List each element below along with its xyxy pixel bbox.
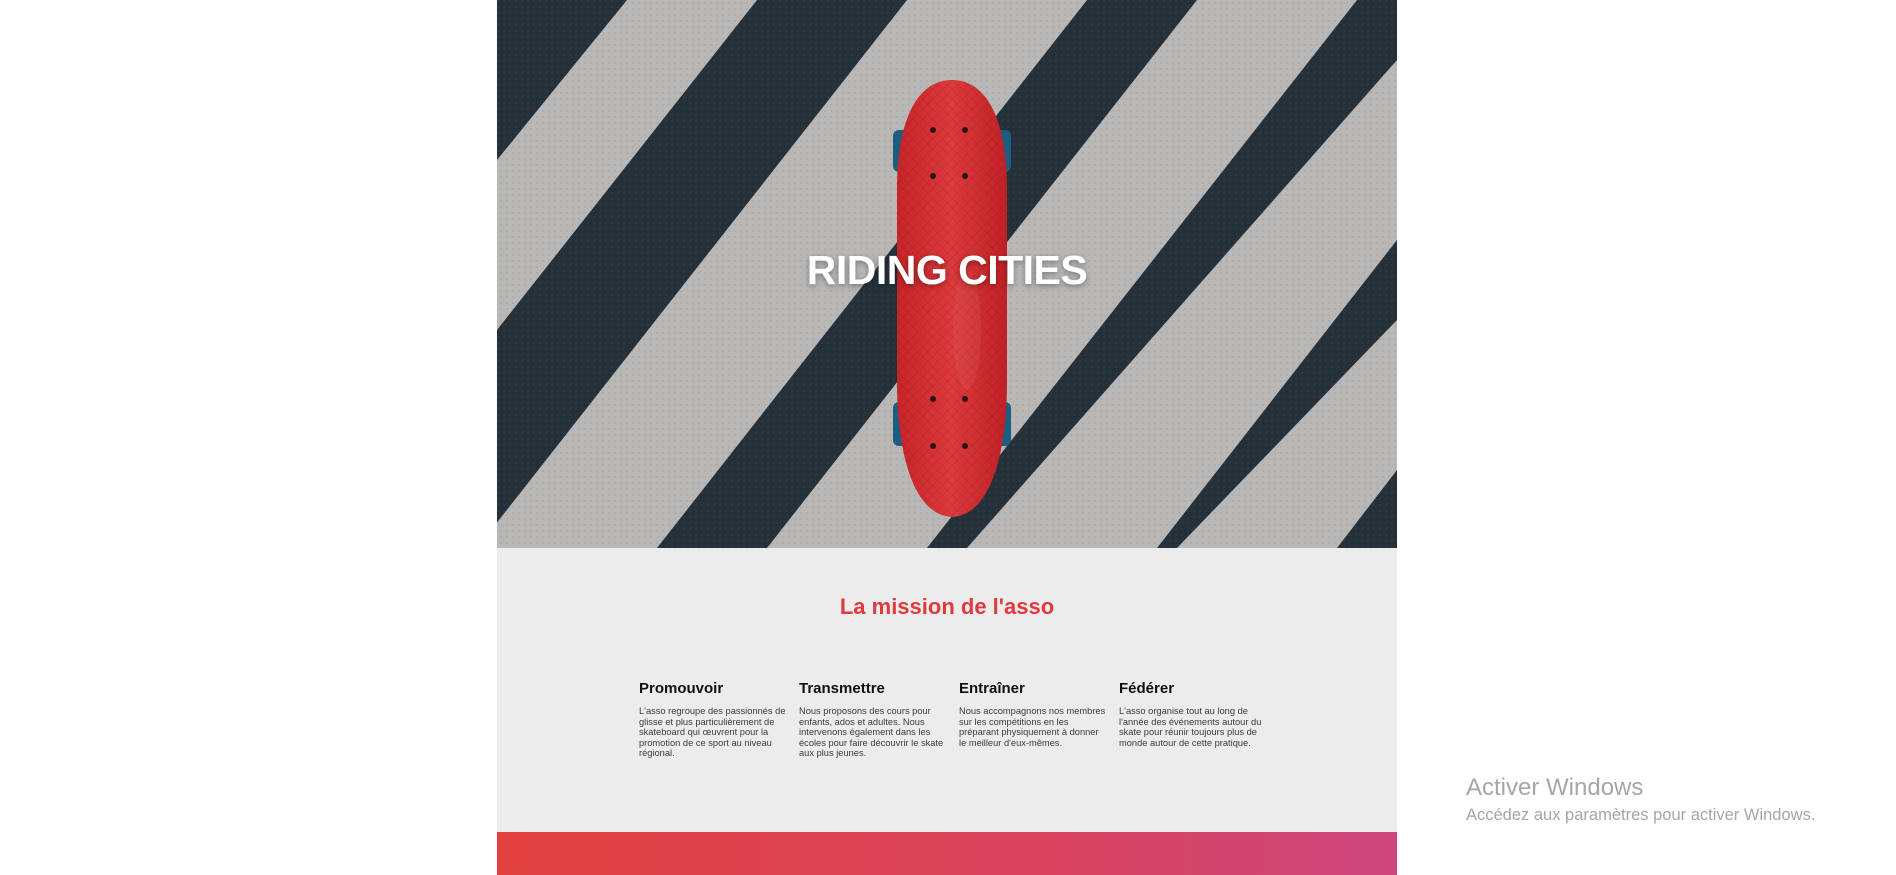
mission-column-transmettre: Transmettre Nous proposons des cours pou… — [799, 680, 959, 759]
mission-title: La mission de l'asso — [839, 594, 1055, 619]
mission-section: La mission de l'asso Promouvoir L'asso r… — [497, 548, 1397, 832]
mission-column-federer: Fédérer L'asso organise tout au long de … — [1119, 680, 1279, 759]
watermark-subtitle: Accédez aux paramètres pour activer Wind… — [1466, 806, 1816, 824]
column-heading: Fédérer — [1119, 680, 1175, 697]
column-text: L'asso regroupe des passionnés de glisse… — [639, 706, 786, 759]
column-heading: Entraîner — [959, 680, 1025, 697]
column-heading: Promouvoir — [639, 680, 724, 697]
column-heading: Transmettre — [799, 680, 885, 697]
mission-columns: Promouvoir L'asso regroupe des passionné… — [639, 680, 1279, 759]
hero-section: RIDING CITIES — [497, 0, 1397, 548]
mission-column-promouvoir: Promouvoir L'asso regroupe des passionné… — [639, 680, 799, 759]
mission-column-entrainer: Entraîner Nous accompagnons nos membres … — [959, 680, 1119, 759]
column-text: Nous accompagnons nos membres sur les co… — [959, 706, 1106, 748]
skateboard-deck — [897, 80, 1007, 517]
windows-activation-watermark: Activer Windows Accédez aux paramètres p… — [1466, 773, 1815, 827]
watermark-title: Activer Windows — [1466, 774, 1644, 801]
page: RIDING CITIES La mission de l'asso Promo… — [497, 0, 1397, 875]
column-text: Nous proposons des cours pour enfants, a… — [799, 706, 944, 759]
hero-title: RIDING CITIES — [806, 247, 1088, 293]
column-text: L'asso organise tout au long de l'année … — [1119, 706, 1262, 748]
gradient-band — [497, 832, 1397, 875]
